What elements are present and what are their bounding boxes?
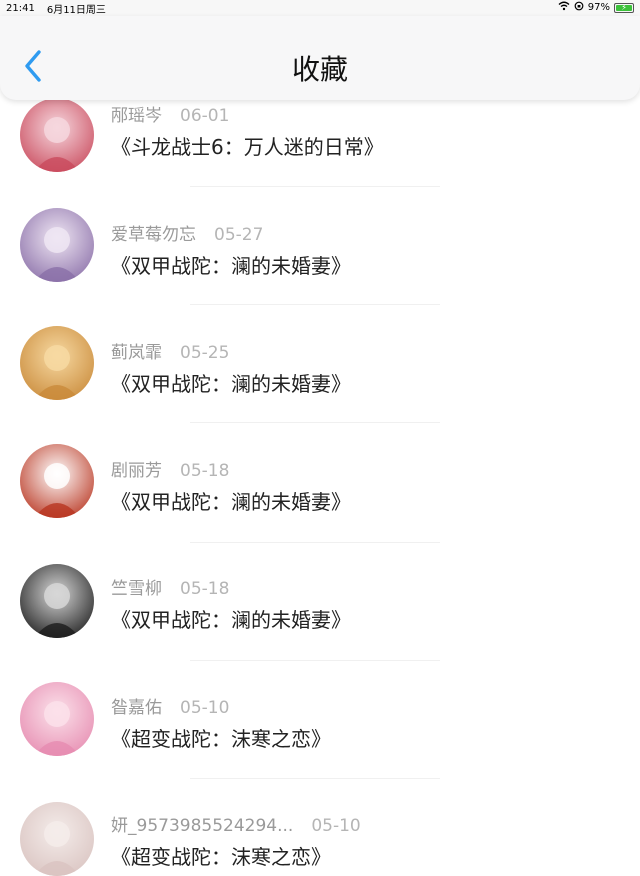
story-title-link[interactable]: 《双甲战陀：澜的未婚妻》 <box>111 250 351 279</box>
page-title: 收藏 <box>291 53 348 86</box>
story-title-link[interactable]: 《双甲战陀：澜的未婚妻》 <box>111 604 351 633</box>
divider <box>190 542 440 543</box>
status-date: 6月11日周三 <box>46 4 106 16</box>
list-item-meta: 剧丽芳 05-18 <box>111 456 229 481</box>
header: 收藏 <box>0 16 640 100</box>
divider <box>190 186 440 187</box>
username[interactable]: 剧丽芳 <box>111 461 162 481</box>
status-bar: 21:41 6月11日周三 97% ⚡ <box>0 0 640 16</box>
username[interactable]: 竺雪柳 <box>111 579 162 599</box>
username[interactable]: 爱草莓勿忘 <box>111 225 196 245</box>
favorite-date: 06-01 <box>180 106 230 126</box>
list-item-meta: 蓟岚霏 05-25 <box>111 338 229 363</box>
avatar[interactable] <box>20 326 94 400</box>
orientation-lock-icon <box>574 1 584 14</box>
favorite-date: 05-18 <box>180 461 230 481</box>
avatar[interactable] <box>20 564 94 638</box>
divider <box>190 660 440 661</box>
status-time: 21:41 <box>6 2 35 14</box>
favorite-date: 05-18 <box>180 579 230 599</box>
list-item-meta: 邴瑶岑 06-01 <box>111 101 229 126</box>
avatar[interactable] <box>20 208 94 282</box>
divider <box>190 304 440 305</box>
wifi-icon <box>558 1 570 14</box>
story-title-link[interactable]: 《斗龙战士6：万人迷的日常》 <box>111 131 384 160</box>
username[interactable]: 蓟岚霏 <box>111 343 162 363</box>
status-right: 97% ⚡ <box>558 1 634 14</box>
avatar[interactable] <box>20 802 94 876</box>
battery-icon: ⚡ <box>614 2 634 13</box>
favorite-date: 05-27 <box>214 225 264 245</box>
charging-bolt-icon: ⚡ <box>621 2 627 12</box>
username[interactable]: 妍_9573985524294... <box>111 816 293 836</box>
favorite-date: 05-10 <box>180 698 230 718</box>
avatar[interactable] <box>20 444 94 518</box>
divider <box>190 422 440 423</box>
divider <box>190 778 440 779</box>
list-item-meta: 爱草莓勿忘 05-27 <box>111 220 263 245</box>
story-title-link[interactable]: 《双甲战陀：澜的未婚妻》 <box>111 486 351 515</box>
list-item-meta: 昝嘉佑 05-10 <box>111 693 229 718</box>
story-title-link[interactable]: 《超变战陀：沫寒之恋》 <box>111 723 331 752</box>
story-title-link[interactable]: 《超变战陀：沫寒之恋》 <box>111 841 331 870</box>
username[interactable]: 昝嘉佑 <box>111 698 162 718</box>
favorite-date: 05-25 <box>180 343 230 363</box>
list-item-meta: 妍_9573985524294... 05-10 <box>111 811 361 836</box>
list-item-meta: 竺雪柳 05-18 <box>111 574 229 599</box>
battery-percent: 97% <box>587 2 610 13</box>
favorite-date: 05-10 <box>311 816 361 836</box>
story-title-link[interactable]: 《双甲战陀：澜的未婚妻》 <box>111 368 351 397</box>
avatar[interactable] <box>20 682 94 756</box>
avatar[interactable] <box>20 98 94 172</box>
username[interactable]: 邴瑶岑 <box>111 106 162 126</box>
